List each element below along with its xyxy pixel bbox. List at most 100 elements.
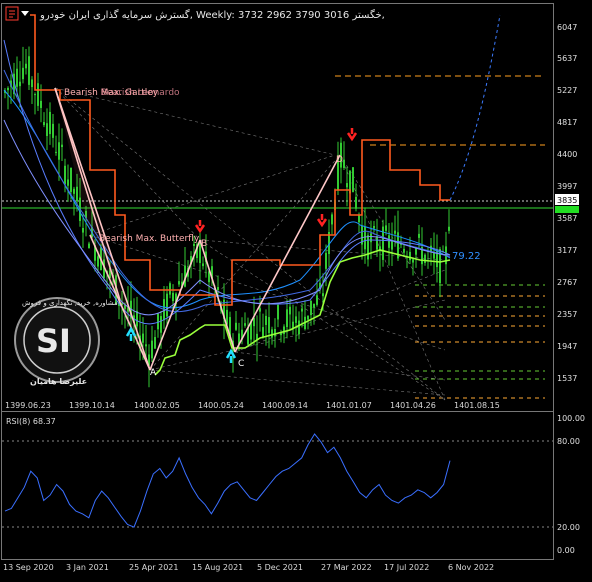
price-candle-body <box>412 259 414 263</box>
svg-text:3835: 3835 <box>557 196 577 205</box>
price-candle-body <box>343 159 345 168</box>
label-point-b: B <box>201 239 207 249</box>
price-candle-body <box>325 252 327 269</box>
price-candle-body <box>88 243 90 249</box>
price-candle-body <box>70 167 72 192</box>
price-candle-body <box>46 123 48 137</box>
price-candle-body <box>97 256 99 267</box>
svg-text:0.00: 0.00 <box>557 546 575 555</box>
price-candle-body <box>73 188 75 194</box>
date-tick: 25 Apr 2021 <box>129 563 178 572</box>
price-candle-body <box>322 293 324 297</box>
price-candle-body <box>55 151 57 153</box>
price-candle-body <box>172 292 174 302</box>
price-candle-body <box>418 233 420 238</box>
price-candle-body <box>268 317 270 333</box>
price-candle-body <box>244 323 246 326</box>
price-candle-body <box>217 287 219 290</box>
price-candle-body <box>265 315 267 325</box>
price-candle-body <box>145 344 147 347</box>
date-tick: 1401.01.07 <box>326 401 372 410</box>
price-candle-body <box>82 227 84 233</box>
date-tick: 1401.04.26 <box>390 401 436 410</box>
price-candle-body <box>391 240 393 250</box>
trading-chart[interactable]: گسترش سرمایه گذاری ایران خودرو‌, Weekly:… <box>0 0 592 578</box>
price-tick: 1947 <box>557 342 577 351</box>
label-bearish-leonardo: Bearish Leonardo <box>101 88 180 98</box>
date-tick: 1399.06.23 <box>5 401 51 410</box>
price-candle-body <box>235 322 237 330</box>
price-candle-body <box>160 316 162 333</box>
price-candle-body <box>166 293 168 317</box>
price-candle-body <box>313 303 315 308</box>
date-tick: 1400.05.24 <box>198 401 244 410</box>
svg-text:20.00: 20.00 <box>557 523 580 532</box>
svg-text:100.00: 100.00 <box>557 414 585 423</box>
price-candle-body <box>61 144 63 148</box>
label-point-c: C <box>238 359 244 369</box>
price-tick: 4400 <box>557 150 577 159</box>
price-candle-body <box>415 248 417 255</box>
price-candle-body <box>142 333 144 343</box>
price-tick: 2357 <box>557 310 577 319</box>
price-candle-body <box>331 214 333 225</box>
price-candle-body <box>388 235 390 248</box>
price-tick: 3997 <box>557 182 577 191</box>
price-candle-body <box>355 196 357 209</box>
price-candle-body <box>403 248 405 253</box>
date-tick: 6 Nov 2022 <box>448 563 494 572</box>
price-candle-body <box>346 183 348 188</box>
price-candle-body <box>283 326 285 335</box>
date-tick: 17 Jul 2022 <box>384 563 429 572</box>
price-candle-body <box>49 111 51 135</box>
svg-text:مشاوره, خرید, نگهداری و فروش: مشاوره, خرید, نگهداری و فروش <box>22 298 118 307</box>
price-candle-body <box>424 254 426 263</box>
svg-text:80.00: 80.00 <box>557 437 580 446</box>
price-candle-body <box>178 281 180 285</box>
price-candle-body <box>394 230 396 234</box>
price-candle-body <box>64 165 66 185</box>
date-tick: 1401.08.15 <box>454 401 500 410</box>
price-candle-body <box>43 122 45 126</box>
price-candle-body <box>52 123 54 138</box>
rsi-label: RSI(8) 68.37 <box>6 417 56 426</box>
price-tick: 2767 <box>557 278 577 287</box>
chart-title: گسترش سرمایه گذاری ایران خودرو‌, Weekly:… <box>39 9 385 21</box>
price-tick: 3587 <box>557 214 577 223</box>
price-candle-body <box>16 68 18 87</box>
price-candle-body <box>409 251 411 261</box>
date-tick: 15 Aug 2021 <box>192 563 243 572</box>
date-tick: 1400.09.14 <box>262 401 308 410</box>
price-candle-body <box>277 304 279 320</box>
price-candle-body <box>37 83 39 106</box>
price-candle-body <box>271 329 273 338</box>
price-tick: 1537 <box>557 374 577 383</box>
price-candle-body <box>448 226 450 231</box>
label-point-d: D <box>336 155 343 165</box>
price-candle-body <box>28 56 30 85</box>
price-tick: 6047 <box>557 23 577 32</box>
price-candle-body <box>262 327 264 338</box>
date-tick: 5 Dec 2021 <box>257 563 303 572</box>
price-candle-body <box>31 79 33 88</box>
price-candle-body <box>376 236 378 250</box>
price-candle-body <box>310 300 312 316</box>
price-candle-body <box>67 179 69 186</box>
price-candle-body <box>352 167 354 192</box>
price-candle-body <box>385 225 387 231</box>
date-tick: 1399.10.14 <box>69 401 115 410</box>
price-candle-body <box>193 243 195 246</box>
svg-text:SI: SI <box>36 322 71 360</box>
price-candle-body <box>295 316 297 323</box>
price-tick: 5227 <box>557 86 577 95</box>
price-candle-body <box>370 233 372 243</box>
price-candle-body <box>373 225 375 229</box>
price-candle-body <box>154 337 156 349</box>
ma-value-label: 79.22 <box>452 251 481 262</box>
price-candle-body <box>316 295 318 305</box>
svg-text:علیرضا هامیان: علیرضا هامیان <box>30 377 87 386</box>
price-candle-body <box>22 67 24 80</box>
price-candle-body <box>202 263 204 267</box>
price-candle-body <box>7 87 9 91</box>
price-candle-body <box>301 308 303 312</box>
